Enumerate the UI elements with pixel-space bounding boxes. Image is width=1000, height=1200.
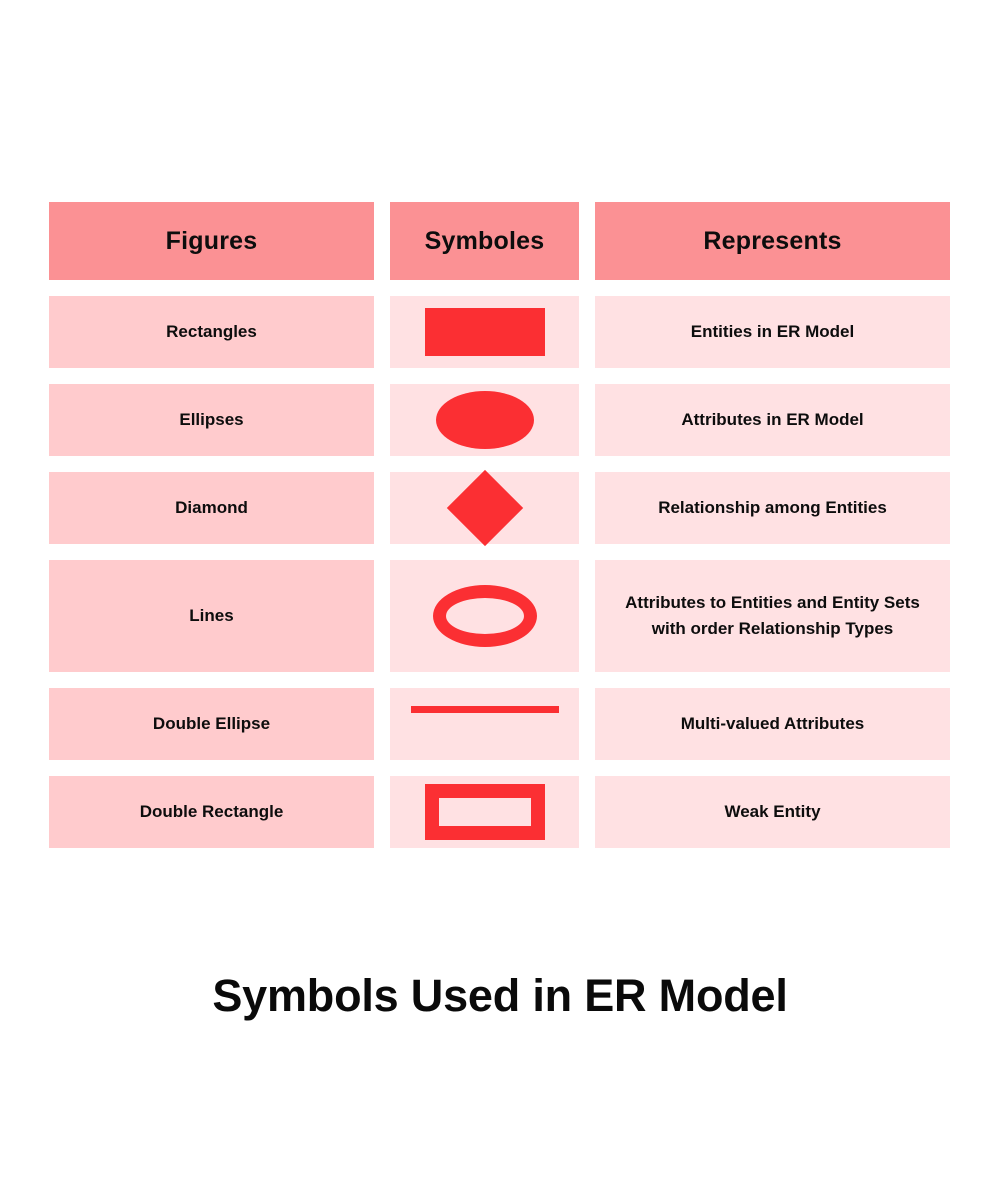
- column-header-symboles-label: Symboles: [424, 226, 545, 255]
- symbol-cell: [390, 688, 579, 760]
- table-header-row: Figures Symboles Represents: [49, 202, 950, 280]
- figure-cell: Lines: [49, 560, 374, 672]
- table-row: Diamond Relationship among Entities: [49, 469, 950, 547]
- symbol-cell: [390, 469, 579, 547]
- line-shape: [410, 705, 559, 713]
- figure-cell: Rectangles: [49, 296, 374, 368]
- symbol-double-rectangle-icon: [390, 776, 579, 848]
- double-ellipse-shape: [432, 585, 537, 647]
- figure-label: Double Ellipse: [152, 714, 271, 734]
- symbol-ellipse-icon: [390, 384, 579, 456]
- symbol-double-ellipse-icon: [390, 560, 579, 672]
- represents-label: Attributes to Entities and Entity Sets w…: [625, 593, 920, 638]
- represents-label: Attributes in ER Model: [681, 410, 864, 430]
- figure-cell: Ellipses: [49, 384, 374, 456]
- table-row: Rectangles Entities in ER Model: [49, 296, 950, 368]
- represents-label: Entities in ER Model: [690, 322, 855, 342]
- represents-cell: Weak Entity: [595, 776, 950, 848]
- symbol-cell: [390, 296, 579, 368]
- er-symbols-table: Figures Symboles Represents Rectangles E…: [49, 202, 950, 848]
- table-row: Double Ellipse Multi-valued Attributes: [49, 688, 950, 760]
- represents-label: Relationship among Entities: [658, 498, 887, 518]
- represents-cell: Attributes to Entities and Entity Sets w…: [595, 560, 950, 672]
- ellipse-shape: [435, 391, 534, 449]
- double-rectangle-shape: [424, 784, 545, 840]
- symbol-cell: [390, 560, 579, 672]
- column-header-symboles: Symboles: [390, 202, 579, 280]
- column-header-figures-label: Figures: [165, 226, 258, 255]
- column-header-represents-label: Represents: [703, 226, 842, 255]
- figure-label: Diamond: [175, 498, 248, 518]
- page-title: Symbols Used in ER Model: [212, 970, 788, 1021]
- represents-cell: Attributes in ER Model: [595, 384, 950, 456]
- table-row: Ellipses Attributes in ER Model: [49, 384, 950, 456]
- symbol-diamond-icon: [390, 469, 579, 547]
- diamond-shape: [446, 469, 523, 547]
- symbol-rectangle-icon: [390, 296, 579, 368]
- figure-label: Ellipses: [179, 410, 244, 430]
- column-header-figures: Figures: [49, 202, 374, 280]
- represents-cell: Multi-valued Attributes: [595, 688, 950, 760]
- figure-label: Rectangles: [166, 322, 257, 342]
- symbol-cell: [390, 776, 579, 848]
- figure-label: Double Rectangle: [139, 802, 284, 822]
- represents-cell: Relationship among Entities: [595, 472, 950, 544]
- represents-label: Weak Entity: [724, 802, 821, 822]
- table-row: Lines Attributes to Entities and Entity …: [49, 560, 950, 672]
- figure-cell: Double Ellipse: [49, 688, 374, 760]
- figure-cell: Double Rectangle: [49, 776, 374, 848]
- page-root: Figures Symboles Represents Rectangles E…: [0, 0, 1000, 1200]
- figure-cell: Diamond: [49, 472, 374, 544]
- symbol-line-icon: [390, 688, 579, 760]
- column-header-represents: Represents: [595, 202, 950, 280]
- rectangle-shape: [424, 308, 545, 356]
- represents-label: Multi-valued Attributes: [680, 714, 865, 734]
- table-row: Double Rectangle Weak Entity: [49, 776, 950, 848]
- symbol-cell: [390, 384, 579, 456]
- represents-cell: Entities in ER Model: [595, 296, 950, 368]
- figure-label: Lines: [189, 606, 234, 626]
